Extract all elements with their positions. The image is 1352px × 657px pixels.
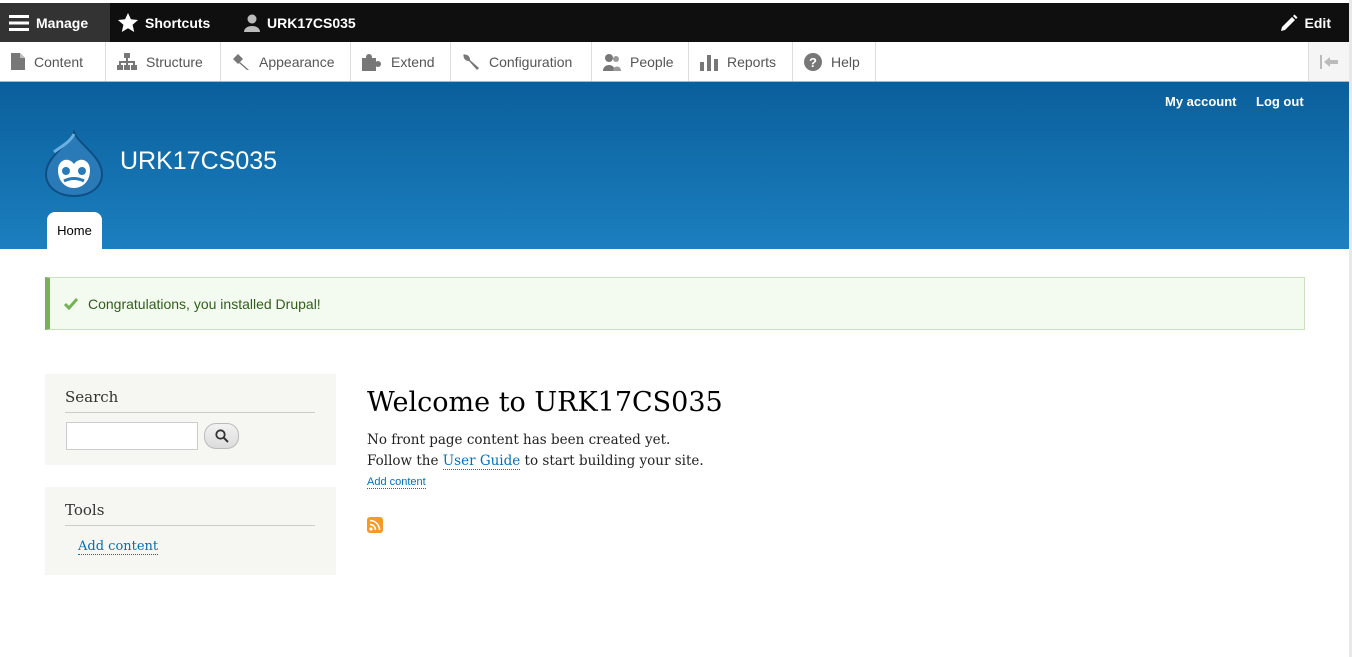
drupal-logo[interactable] <box>44 128 104 203</box>
search-button[interactable] <box>204 423 239 449</box>
menu-label-structure: Structure <box>146 53 203 70</box>
menu-label-content: Content <box>34 53 84 70</box>
menu-item-structure[interactable]: Structure <box>106 42 221 81</box>
tools-block: Tools Add content <box>45 487 336 575</box>
puzzle-icon <box>362 53 381 71</box>
menu-label-configuration: Configuration <box>489 53 573 70</box>
page-icon <box>11 53 25 70</box>
my-account-link[interactable]: My account <box>1165 94 1237 109</box>
menu-item-configuration[interactable]: Configuration <box>451 42 592 81</box>
user-guide-prefix: Follow the <box>367 453 443 469</box>
drupal-drop-icon <box>44 128 104 198</box>
menu-label-reports: Reports <box>727 53 777 70</box>
user-guide-text: Follow the User Guide to start building … <box>367 451 723 472</box>
sitemap-icon <box>117 53 137 70</box>
manage-label: Manage <box>36 14 89 31</box>
admin-menu-tray: Content Structure Appearance Extend Conf… <box>0 42 1349 82</box>
paintbrush-icon <box>233 53 249 70</box>
edit-button[interactable]: Edit <box>1280 3 1331 42</box>
user-guide-link[interactable]: User Guide <box>442 453 521 470</box>
menu-item-help[interactable]: ? Help <box>793 42 876 81</box>
user-button[interactable]: URK17CS035 <box>244 3 356 42</box>
pencil-icon <box>1280 14 1298 31</box>
hamburger-icon <box>9 14 29 31</box>
magnifier-icon <box>214 429 229 443</box>
menu-label-help: Help <box>831 53 860 70</box>
add-content-link[interactable]: Add content <box>367 476 426 489</box>
menu-label-people: People <box>630 53 674 70</box>
user-icon <box>244 14 260 32</box>
tools-add-content-link[interactable]: Add content <box>78 539 159 555</box>
menu-label-extend: Extend <box>391 53 435 70</box>
site-header: My account Log out URK17CS035 Home <box>0 82 1349 249</box>
main-content: Welcome to URK17CS035 No front page cont… <box>367 387 723 490</box>
tray-orientation-toggle[interactable] <box>1308 42 1349 81</box>
checkmark-icon <box>64 297 78 310</box>
menu-item-people[interactable]: People <box>592 42 689 81</box>
search-block: Search <box>45 374 336 465</box>
manage-button[interactable]: Manage <box>0 3 110 42</box>
tab-home[interactable]: Home <box>47 212 102 249</box>
tools-block-title: Tools <box>65 501 315 526</box>
star-icon <box>118 13 138 32</box>
user-guide-suffix: to start building your site. <box>520 453 704 469</box>
user-label: URK17CS035 <box>267 14 356 31</box>
log-out-link[interactable]: Log out <box>1256 94 1304 109</box>
menu-item-reports[interactable]: Reports <box>689 42 793 81</box>
rss-feed-icon[interactable] <box>367 517 383 533</box>
wrench-icon <box>463 53 479 70</box>
svg-text:?: ? <box>809 55 817 70</box>
menu-item-extend[interactable]: Extend <box>351 42 451 81</box>
search-input[interactable] <box>66 422 198 450</box>
status-message: Congratulations, you installed Drupal! <box>45 277 1305 330</box>
page-title: Welcome to URK17CS035 <box>367 387 723 418</box>
bar-chart-icon <box>700 54 718 71</box>
edit-label: Edit <box>1304 14 1331 31</box>
site-name[interactable]: URK17CS035 <box>120 147 277 176</box>
no-content-text: No front page content has been created y… <box>367 432 671 448</box>
top-toolbar: Manage Shortcuts URK17CS035 Edit <box>0 3 1349 42</box>
menu-item-content[interactable]: Content <box>0 42 106 81</box>
help-icon: ? <box>804 52 822 71</box>
search-block-title: Search <box>65 388 315 413</box>
shortcuts-label: Shortcuts <box>145 14 211 31</box>
menu-label-appearance: Appearance <box>259 53 335 70</box>
collapse-left-icon <box>1320 54 1338 69</box>
status-text: Congratulations, you installed Drupal! <box>88 295 321 312</box>
shortcuts-button[interactable]: Shortcuts <box>118 3 210 42</box>
rss-glyph <box>369 519 381 531</box>
people-icon <box>603 53 621 71</box>
menu-item-appearance[interactable]: Appearance <box>221 42 351 81</box>
